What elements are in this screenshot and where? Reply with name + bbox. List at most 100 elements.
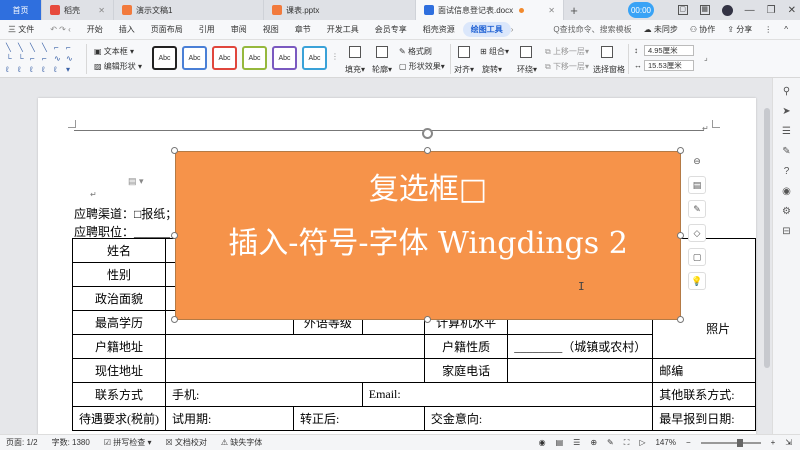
resize-handle[interactable]: [677, 232, 684, 239]
zoom-slider[interactable]: [700, 438, 761, 447]
line-icon[interactable]: ⌐: [66, 43, 71, 52]
menu-developer[interactable]: 开发工具: [319, 24, 367, 35]
line-shapes-gallery[interactable]: ╲ ╲ ╲ ╲ ⌐ ⌐ └ └ ⌐ ⌐ ∿ ∿ ℓ ℓ ℓ ℓ ℓ ▾: [6, 43, 76, 75]
format-brush-button[interactable]: ✎ 格式刷: [399, 46, 432, 57]
line-icon[interactable]: ℓ: [42, 65, 45, 74]
scrollbar-thumb[interactable]: [764, 108, 770, 368]
sync-status[interactable]: ☁ 未同步: [644, 24, 678, 35]
close-icon[interactable]: ✕: [90, 6, 105, 15]
tab-presentation1[interactable]: 演示文稿1: [114, 0, 264, 20]
style-gallery-more-icon[interactable]: ⋮: [331, 52, 339, 61]
line-icon[interactable]: ℓ: [30, 65, 33, 74]
table-cell[interactable]: 最高学历: [72, 310, 166, 335]
textbox-button[interactable]: ▣ 文本框 ▾: [94, 46, 134, 57]
collapse-ribbon-icon[interactable]: ^: [784, 25, 788, 34]
line-icon[interactable]: └: [18, 54, 24, 63]
command-search[interactable]: Q查找命令、搜索模板: [553, 24, 631, 35]
table-cell[interactable]: 邮编: [652, 358, 756, 383]
table-cell[interactable]: [165, 358, 425, 383]
line-icon[interactable]: ⌐: [42, 54, 47, 63]
maximize-icon[interactable]: ❐: [767, 5, 776, 16]
avatar[interactable]: [721, 4, 733, 16]
cursor-icon[interactable]: ➤: [782, 106, 790, 117]
table-cell[interactable]: 手机:: [165, 382, 363, 407]
shape-effect-button[interactable]: ▢ 形状效果▾: [399, 61, 445, 72]
table-cell[interactable]: Email:: [361, 382, 654, 407]
line-icon[interactable]: ╲: [42, 43, 47, 52]
height-field[interactable]: 4.95厘米: [644, 45, 694, 56]
spell-check-button[interactable]: ☑ 拼写检查 ▾: [104, 437, 152, 448]
table-cell[interactable]: 姓名: [72, 238, 166, 263]
tab-schedule[interactable]: 课表.pptx: [264, 0, 416, 20]
shape-style-3[interactable]: Abc: [212, 46, 237, 70]
table-cell[interactable]: 待遇要求(税前): [72, 406, 166, 431]
missing-font-button[interactable]: ⚠ 缺失字体: [221, 437, 262, 448]
menu-home[interactable]: 开始: [79, 24, 111, 35]
shape-style-icon[interactable]: ▢: [688, 248, 706, 266]
width-field[interactable]: 15.53厘米: [644, 60, 694, 71]
window-close-icon[interactable]: ✕: [788, 5, 796, 16]
table-cell[interactable]: 政治面貌: [72, 286, 166, 311]
table-cell[interactable]: [507, 358, 654, 383]
size-dialog-icon[interactable]: ⌟: [704, 53, 708, 62]
compass-icon[interactable]: ◉: [782, 186, 791, 197]
minimize-icon[interactable]: —: [745, 5, 755, 16]
collapse-toolbar-icon[interactable]: ⊖: [688, 152, 706, 170]
shape-outline-icon[interactable]: ✎: [688, 200, 706, 218]
shape-style-5[interactable]: Abc: [272, 46, 297, 70]
send-backward-button[interactable]: ⧉ 下移一层▾: [545, 61, 589, 72]
fit-page-icon[interactable]: ⇲: [785, 438, 792, 447]
view-write-icon[interactable]: ✎: [607, 438, 614, 447]
menu-insert[interactable]: 插入: [111, 24, 143, 35]
more-icon[interactable]: ⋮: [764, 25, 772, 34]
resize-handle[interactable]: [424, 147, 431, 154]
resize-handle[interactable]: [171, 147, 178, 154]
position-blank[interactable]: ______: [134, 225, 170, 239]
menu-view[interactable]: 视图: [255, 24, 287, 35]
resize-handle[interactable]: [677, 316, 684, 323]
line-icon[interactable]: ℓ: [18, 65, 21, 74]
table-cell[interactable]: 户籍性质: [423, 334, 509, 359]
line-icon[interactable]: ╲: [30, 43, 35, 52]
table-cell[interactable]: 转正后:: [292, 406, 425, 431]
undo-icon[interactable]: ↶ ↷ ‹: [42, 25, 79, 34]
word-count[interactable]: 字数: 1380: [52, 437, 90, 448]
tab-daoke[interactable]: 稻壳 ✕: [42, 0, 114, 20]
edit-shape-button[interactable]: ▨ 编辑形状 ▾: [94, 61, 142, 72]
channel-option[interactable]: □报纸；: [134, 207, 177, 221]
page-indicator[interactable]: 页面: 1/2: [6, 437, 38, 448]
ideas-icon[interactable]: 💡: [688, 272, 706, 290]
new-tab-icon[interactable]: +: [564, 3, 584, 18]
pin-icon[interactable]: ⚲: [783, 86, 790, 97]
table-cell[interactable]: [165, 334, 425, 359]
layout-icon[interactable]: ▢: [677, 5, 688, 15]
fullscreen-icon[interactable]: ⛶: [624, 438, 630, 448]
table-cell[interactable]: 其他联系方式:: [652, 382, 756, 407]
line-icon[interactable]: ∿: [54, 54, 61, 63]
vertical-scrollbar[interactable]: [764, 90, 770, 430]
bring-forward-button[interactable]: ⧉ 上移一层▾: [545, 46, 589, 57]
menu-page-layout[interactable]: 页面布局: [143, 24, 191, 35]
menu-references[interactable]: 引用: [191, 24, 223, 35]
resize-handle[interactable]: [171, 316, 178, 323]
layout-options-icon[interactable]: ▤: [688, 176, 706, 194]
grid-icon[interactable]: ▦: [699, 5, 710, 15]
menu-drawing-tools[interactable]: 绘图工具: [462, 22, 511, 37]
fill-button[interactable]: 填充▾: [345, 64, 365, 75]
table-cell[interactable]: 交金意向:: [423, 406, 654, 431]
rotate-handle-icon[interactable]: [422, 128, 433, 139]
table-cell[interactable]: 试用期:: [165, 406, 294, 431]
resize-handle[interactable]: [171, 232, 178, 239]
table-cell[interactable]: 户籍地址: [72, 334, 166, 359]
line-icon[interactable]: ∿: [66, 54, 73, 63]
close-icon[interactable]: ✕: [540, 6, 555, 15]
rotate-button[interactable]: 旋转▾: [482, 64, 502, 75]
menu-file[interactable]: 三 文件: [0, 24, 42, 35]
more-menu-icon[interactable]: ›: [511, 25, 514, 34]
line-icon[interactable]: ⌐: [30, 54, 35, 63]
table-cell[interactable]: 现住地址: [72, 358, 166, 383]
format-icon[interactable]: ✎: [782, 146, 790, 157]
view-web-icon[interactable]: ⊕: [590, 438, 597, 447]
selection-pane-button[interactable]: 选择窗格: [593, 64, 625, 75]
shape-style-1[interactable]: Abc: [152, 46, 177, 70]
